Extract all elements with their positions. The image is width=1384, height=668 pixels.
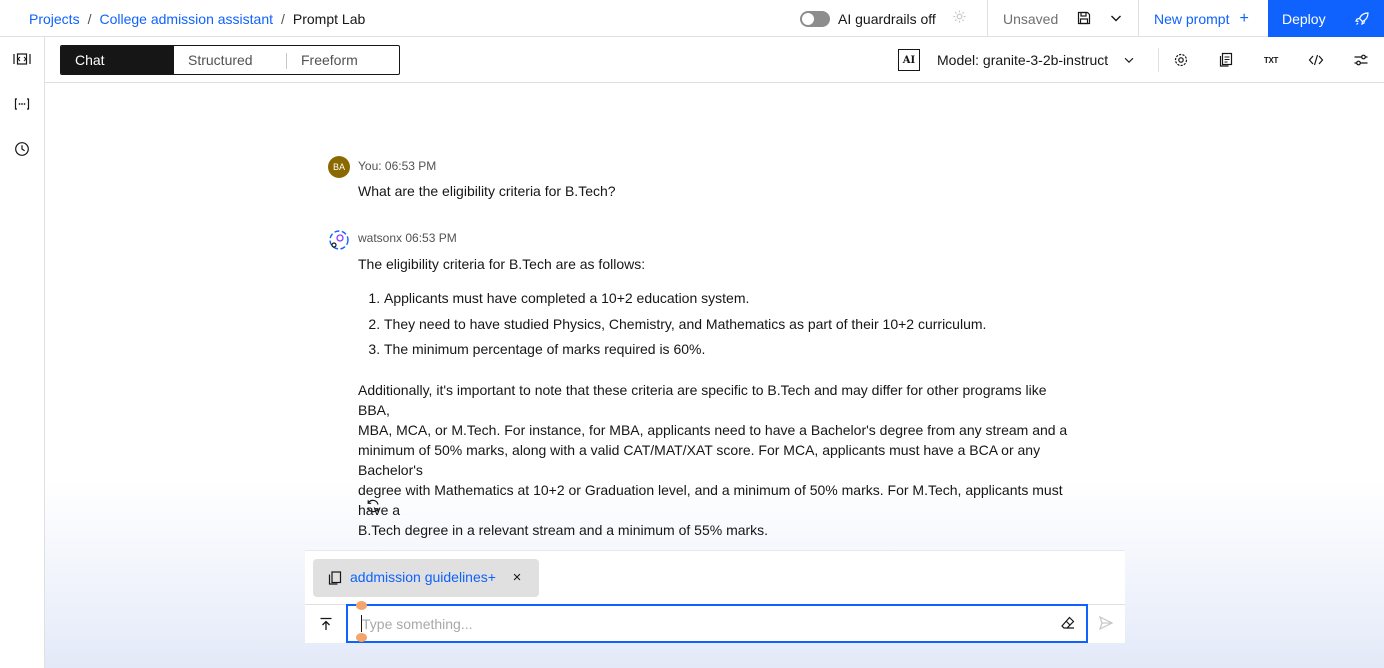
assistant-criteria-list: Applicants must have completed a 10+2 ed…: [370, 288, 1070, 365]
model-selector[interactable]: Model: granite-3-2b-instruct: [937, 37, 1136, 83]
ai-model-badge: AI: [898, 49, 920, 71]
chevron-down-icon[interactable]: [1108, 10, 1124, 26]
prompt-input[interactable]: [346, 604, 1088, 643]
list-item: They need to have studied Physics, Chemi…: [384, 314, 1070, 340]
guardrails-label: AI guardrails off: [838, 10, 936, 27]
model-settings-icon[interactable]: [1171, 50, 1191, 70]
paragraph-line: degree with Mathematics at 10+2 or Gradu…: [358, 482, 1063, 518]
mode-toolbar: Chat Structured Freeform AI Model: grani…: [45, 37, 1384, 83]
breadcrumb-current: Prompt Lab: [292, 10, 366, 27]
new-prompt-label: New prompt: [1154, 10, 1230, 27]
deploy-button[interactable]: Deploy: [1268, 0, 1384, 37]
user-message-text: What are the eligibility criteria for B.…: [358, 183, 616, 199]
assistant-message-meta: watsonx 06:53 PM: [358, 231, 457, 245]
breadcrumb-project-link[interactable]: College admission assistant: [99, 11, 273, 27]
tab-freeform[interactable]: Freeform: [287, 46, 399, 74]
regenerate-icon[interactable]: [364, 497, 382, 515]
paragraph-line: B.Tech degree in a relevant stream and a…: [358, 522, 769, 538]
user-message-meta: You: 06:53 PM: [358, 159, 437, 173]
paragraph-line: MBA, MCA, or M.Tech. For instance, for M…: [358, 422, 1068, 438]
top-header: Projects / College admission assistant /…: [0, 0, 1384, 37]
copy-prompt-icon[interactable]: [1216, 50, 1236, 70]
selection-handle-top[interactable]: [356, 601, 367, 610]
tab-chat[interactable]: Chat: [61, 46, 174, 74]
history-icon[interactable]: [12, 139, 32, 159]
chevron-down-icon: [1124, 57, 1134, 64]
tab-structured[interactable]: Structured: [174, 46, 287, 74]
variables-icon[interactable]: [12, 94, 32, 114]
assistant-intro: The eligibility criteria for B.Tech are …: [358, 256, 646, 272]
save-status: Unsaved: [1003, 10, 1059, 27]
save-icon[interactable]: [1076, 10, 1092, 26]
assistant-paragraph: Additionally, it's important to note tha…: [358, 380, 1078, 540]
guardrails-control: AI guardrails off: [800, 0, 967, 37]
selection-handle-bottom[interactable]: [356, 633, 367, 642]
toolbar-divider: [1158, 48, 1159, 72]
list-item: Applicants must have completed a 10+2 ed…: [384, 288, 1070, 314]
document-icon: [328, 571, 342, 585]
parameters-icon[interactable]: [1351, 50, 1371, 70]
model-label: Model: granite-3-2b-instruct: [937, 52, 1109, 68]
eraser-icon[interactable]: [1059, 614, 1077, 632]
guardrails-settings-icon[interactable]: [952, 9, 967, 28]
breadcrumb-projects-link[interactable]: Projects: [29, 11, 80, 27]
code-icon[interactable]: [1306, 50, 1326, 70]
paragraph-line: minimum of 50% marks, along with a valid…: [358, 442, 1041, 478]
send-icon[interactable]: [1097, 614, 1115, 632]
breadcrumb-separator: /: [281, 10, 285, 27]
txt-export-icon[interactable]: TXT: [1261, 50, 1281, 70]
close-icon[interactable]: ×: [508, 568, 526, 586]
left-rail: [0, 37, 45, 668]
plus-icon: +: [1239, 9, 1249, 27]
deploy-label: Deploy: [1282, 10, 1326, 27]
attachment-name[interactable]: addmission guidelines+: [350, 569, 496, 585]
new-prompt-button[interactable]: New prompt +: [1154, 0, 1249, 37]
breadcrumb: Projects / College admission assistant /…: [29, 0, 365, 37]
upload-icon[interactable]: [316, 614, 336, 634]
list-item: The minimum percentage of marks required…: [384, 339, 1070, 365]
breadcrumb-separator: /: [87, 10, 92, 27]
header-divider: [1138, 0, 1139, 37]
guardrails-toggle[interactable]: [800, 10, 830, 27]
paragraph-line: Additionally, it's important to note tha…: [358, 382, 1047, 418]
mode-switcher: Chat Structured Freeform: [60, 45, 400, 75]
side-panel-icon[interactable]: [12, 49, 32, 69]
header-divider: [987, 0, 988, 37]
user-avatar: BA: [328, 156, 350, 178]
attachment-chip[interactable]: addmission guidelines+ ×: [313, 559, 539, 597]
rocket-icon: [1355, 12, 1369, 26]
text-caret: [361, 615, 362, 632]
watsonx-avatar-icon: [329, 230, 349, 250]
